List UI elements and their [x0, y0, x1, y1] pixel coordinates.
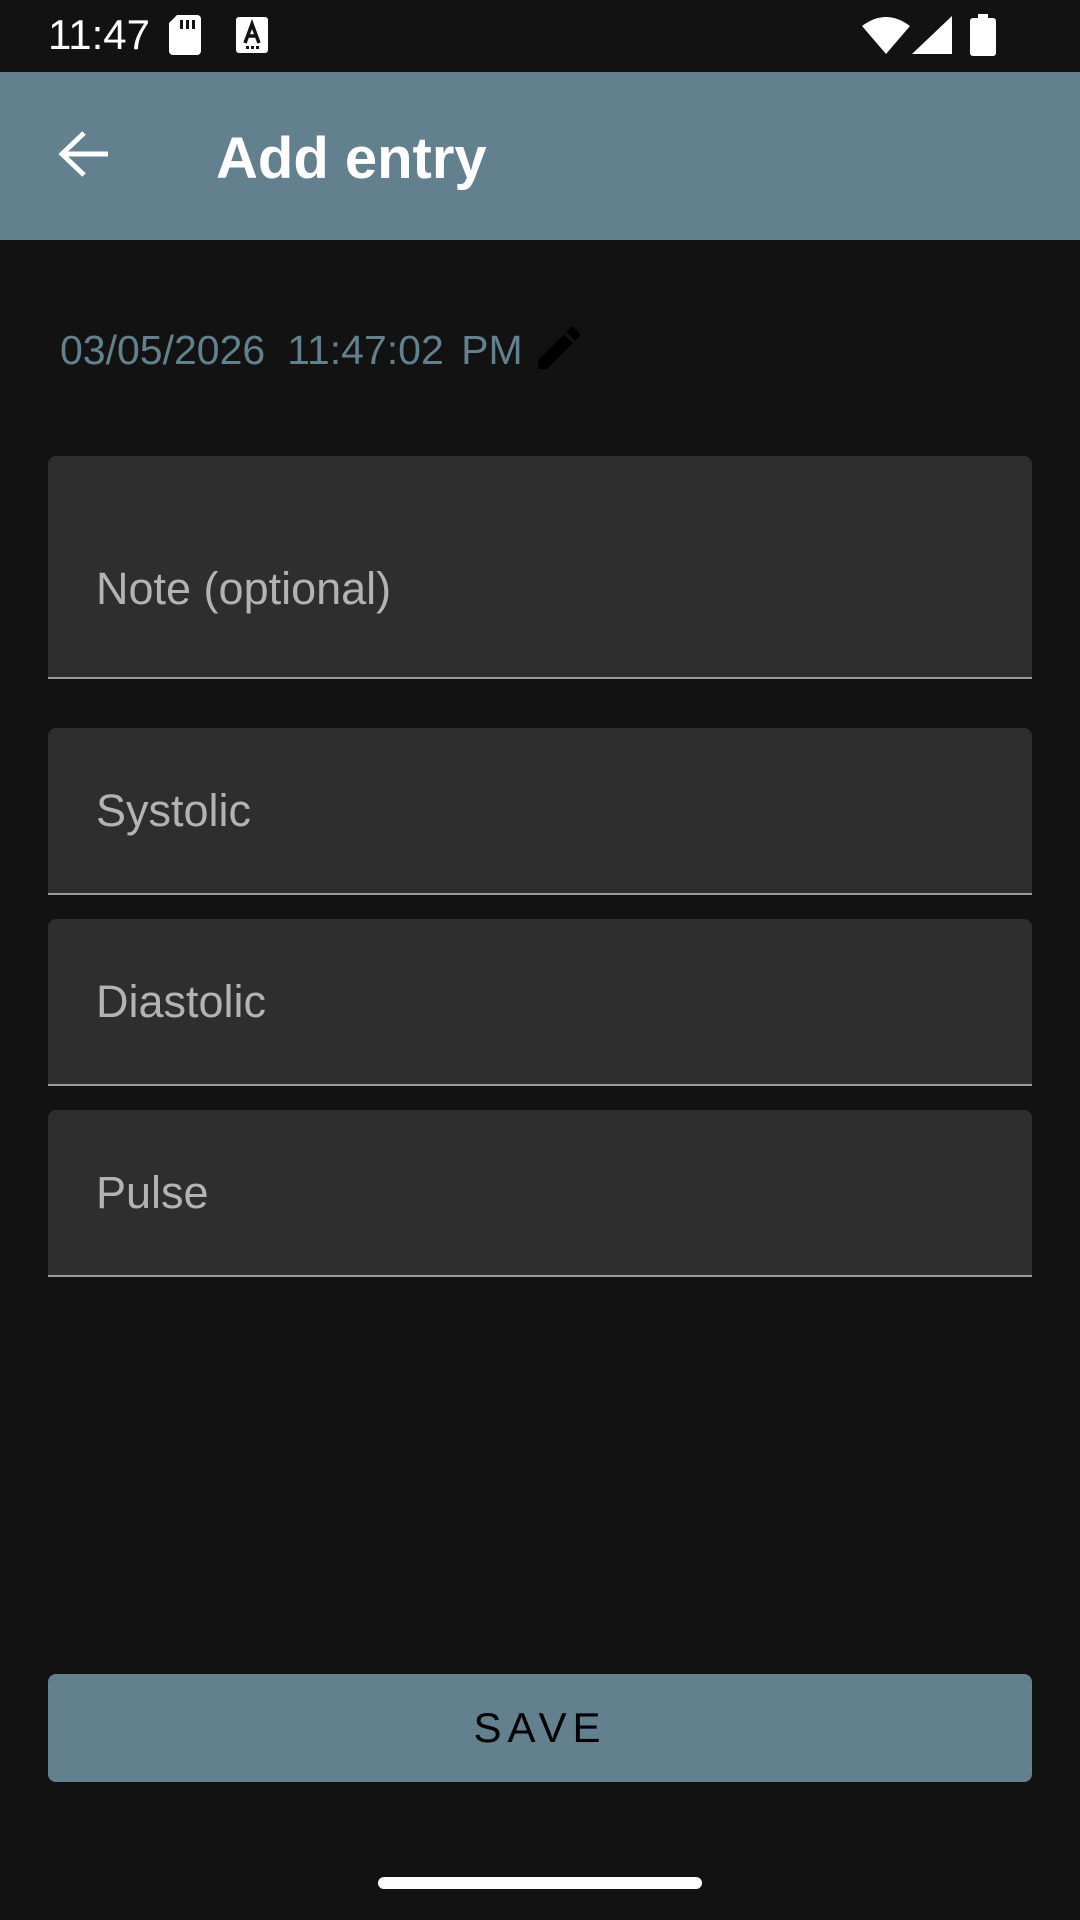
app-bar: Add entry — [0, 72, 1080, 240]
arrow-back-icon — [58, 130, 110, 183]
sd-card-icon — [169, 15, 201, 60]
entry-time: 11:47:02 PM — [287, 327, 523, 373]
systolic-field[interactable]: Systolic — [48, 728, 1032, 895]
back-button[interactable] — [42, 114, 126, 198]
text-a-icon — [236, 17, 268, 58]
status-time: 11:47 — [48, 11, 150, 58]
diastolic-field[interactable]: Diastolic — [48, 919, 1032, 1086]
systolic-field-label: Systolic — [96, 785, 252, 836]
gesture-nav-handle[interactable] — [378, 1877, 702, 1889]
note-field-label: Note (optional) — [96, 563, 392, 614]
entry-date: 03/05/2026 — [60, 327, 266, 373]
diastolic-field-label: Diastolic — [96, 976, 267, 1027]
save-button-label: SAVE — [473, 1704, 607, 1751]
pencil-edit-icon[interactable] — [531, 320, 587, 381]
pulse-field[interactable]: Pulse — [48, 1110, 1032, 1277]
note-field[interactable]: Note (optional) — [48, 456, 1032, 679]
add-entry-screen: 11:47 Add entry 03/05/2026 11:47:02 PM N… — [0, 0, 1080, 1920]
save-button[interactable]: SAVE — [48, 1674, 1032, 1782]
wifi-icon — [862, 16, 910, 59]
pulse-field-label: Pulse — [96, 1167, 209, 1218]
battery-icon — [970, 14, 996, 61]
cell-signal-icon — [912, 16, 952, 59]
page-title: Add entry — [216, 126, 487, 191]
datetime-picker[interactable]: 03/05/2026 11:47:02 PM — [60, 322, 587, 378]
status-bar: 11:47 — [0, 0, 1080, 72]
